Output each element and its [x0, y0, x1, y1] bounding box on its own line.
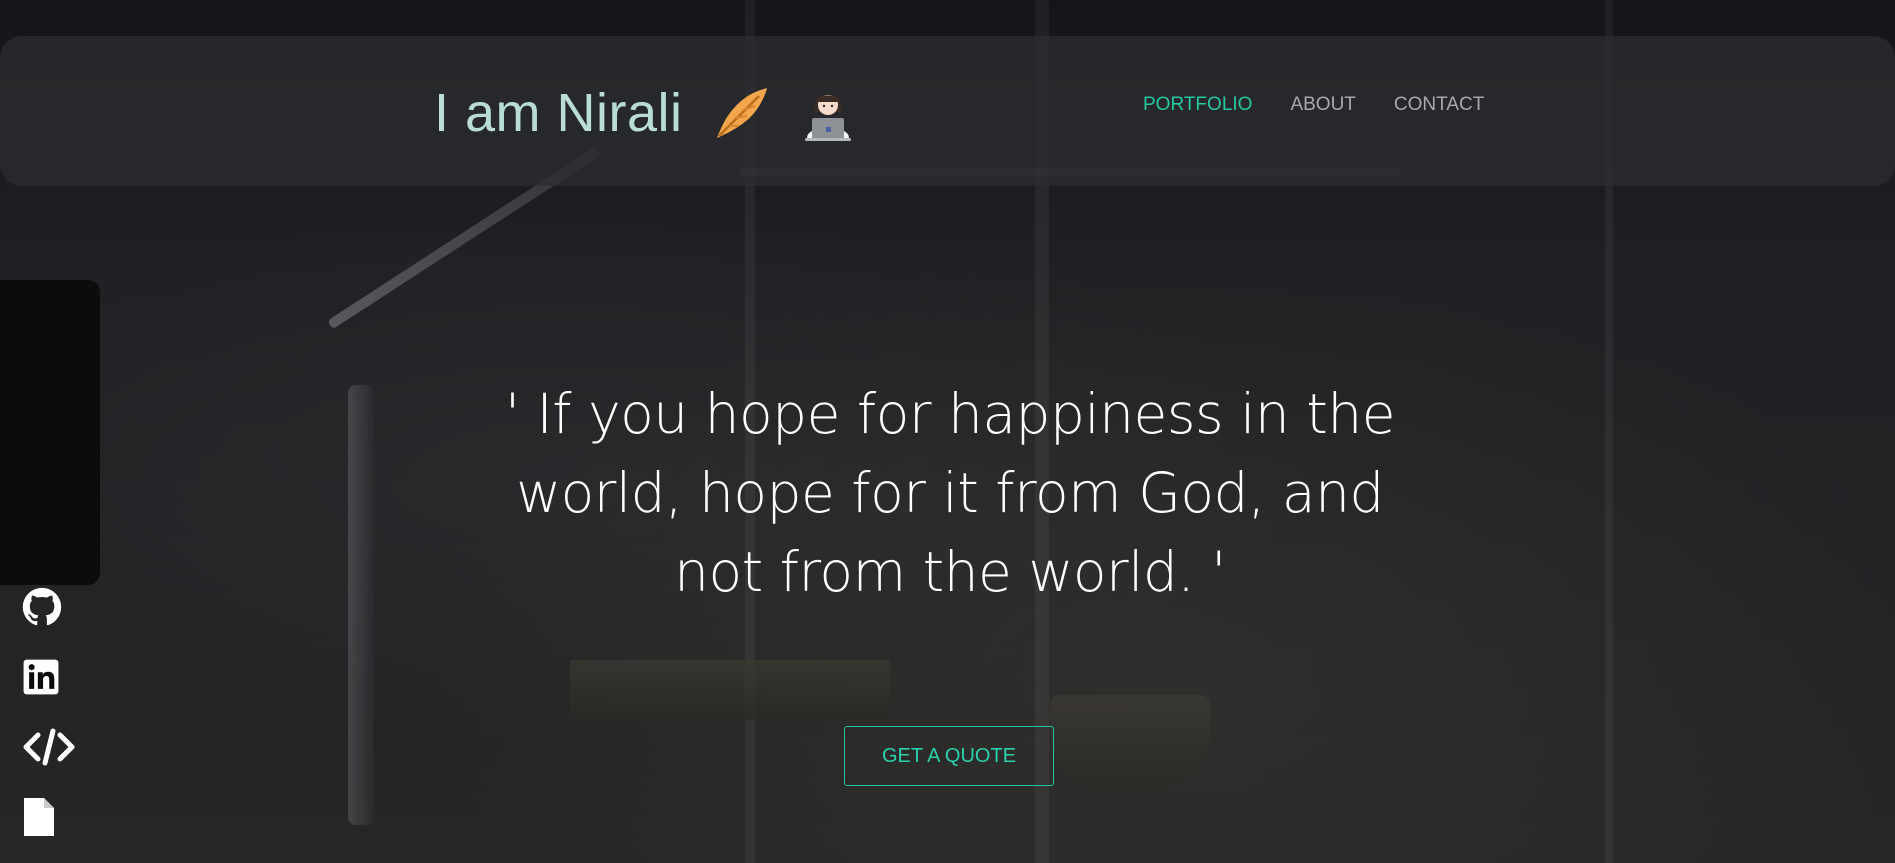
hero-quote: ' If you hope for happiness in the world…	[504, 382, 1396, 604]
code-icon	[23, 728, 75, 766]
brand-logo[interactable]: I am Nirali	[434, 78, 859, 148]
get-a-quote-button[interactable]: GET A QUOTE	[844, 726, 1054, 786]
nav-contact-link[interactable]: CONTACT	[1394, 94, 1484, 116]
background-cup	[1050, 695, 1210, 790]
social-sidebar	[0, 280, 100, 836]
site-header	[0, 36, 1895, 186]
woman-technologist-icon	[797, 82, 859, 144]
background-books	[570, 660, 890, 720]
github-link[interactable]	[22, 584, 78, 630]
code-link[interactable]	[22, 724, 78, 770]
background-lamp-post	[348, 385, 374, 825]
main-nav: PORTFOLIO ABOUT CONTACT	[1143, 94, 1484, 116]
github-icon	[22, 587, 62, 626]
linkedin-link[interactable]	[22, 654, 78, 700]
nav-about-link[interactable]: ABOUT	[1290, 94, 1355, 116]
nav-portfolio-link[interactable]: PORTFOLIO	[1143, 94, 1252, 116]
resume-link[interactable]	[22, 794, 78, 840]
linkedin-icon	[23, 659, 59, 695]
feather-icon	[709, 82, 771, 144]
document-icon	[24, 798, 54, 836]
brand-name: I am Nirali	[434, 83, 683, 143]
